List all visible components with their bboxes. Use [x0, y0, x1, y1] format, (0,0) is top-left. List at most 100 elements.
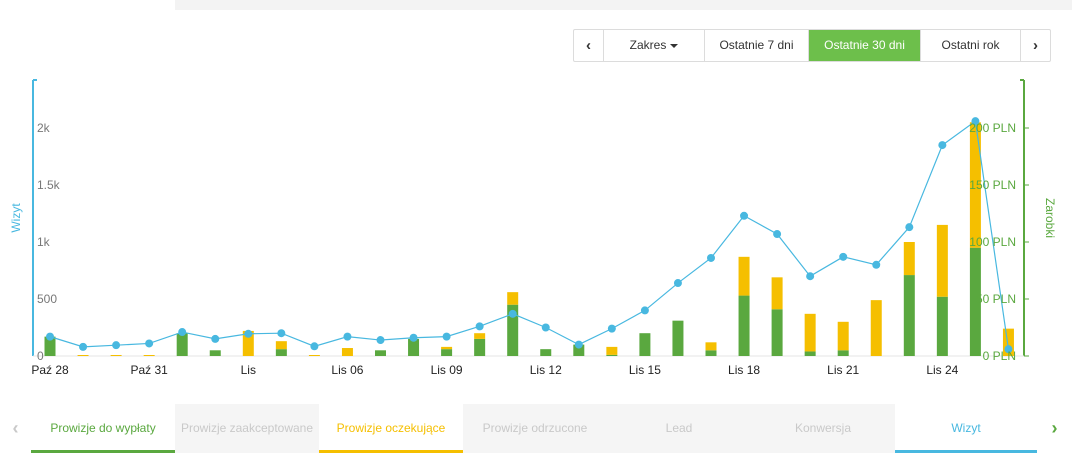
payout-bar: [540, 349, 552, 356]
payout-bar: [639, 333, 651, 356]
visits-point: [475, 322, 484, 331]
payout-bar: [936, 296, 948, 356]
pending-bar: [837, 321, 849, 351]
date-range-selector: ‹ Zakres Ostatnie 7 dni Ostatnie 30 dni …: [573, 29, 1051, 62]
visits-point: [376, 336, 385, 345]
range-7-days-button[interactable]: Ostatnie 7 dni: [705, 30, 809, 61]
pending-bar: [341, 348, 353, 356]
payout-bar: [705, 350, 717, 356]
visits-point: [839, 252, 848, 261]
zakres-dropdown[interactable]: Zakres: [604, 30, 705, 61]
empty-bar: [308, 355, 320, 356]
tab-rejected[interactable]: Prowizje odrzucone: [463, 404, 607, 453]
payout-bar: [275, 349, 287, 356]
visits-point: [872, 260, 881, 269]
x-tick-label: Lis 21: [827, 363, 859, 377]
right-tick-label: 200 PLN: [969, 121, 1016, 135]
visits-point: [79, 342, 88, 351]
caret-down-icon: [670, 43, 679, 48]
visits-point: [640, 306, 649, 315]
visits-point: [541, 323, 550, 332]
payout-bar: [474, 338, 486, 356]
visits-point: [277, 329, 286, 338]
visits-line: [49, 120, 1010, 350]
payout-bar: [375, 350, 386, 356]
empty-bar: [143, 355, 155, 356]
tab-conversion[interactable]: Konwersja: [751, 404, 895, 453]
payout-bar: [176, 333, 188, 356]
pending-bar: [507, 292, 519, 305]
visits-point: [938, 141, 947, 150]
visits-point: [178, 328, 187, 337]
payout-bar: [606, 354, 618, 356]
payout-bar: [903, 275, 915, 356]
x-tick-label: Lis 18: [728, 363, 760, 377]
left-tick-label: 2k: [37, 121, 51, 135]
right-axis-title: Zarobki: [1043, 198, 1057, 238]
payout-bar: [441, 349, 453, 356]
visits-point: [145, 339, 154, 348]
empty-bar: [77, 355, 89, 356]
pending-bar: [771, 277, 783, 310]
payout-bar: [804, 351, 816, 356]
visits-point: [310, 342, 319, 351]
visits-point: [740, 211, 749, 220]
top-bar: [175, 0, 1072, 10]
visits-point: [112, 341, 121, 350]
visits-point: [211, 334, 220, 343]
left-tick-label: 0: [37, 349, 44, 363]
next-period-button[interactable]: ›: [1021, 30, 1050, 61]
prev-period-button[interactable]: ‹: [574, 30, 604, 61]
pending-bar: [936, 224, 948, 297]
visits-point: [409, 333, 418, 342]
x-tick-label: Paź 31: [130, 363, 168, 377]
payout-bar: [209, 350, 221, 356]
tab-visits[interactable]: Wizyt: [895, 404, 1037, 453]
pending-bar: [275, 341, 287, 350]
left-tick-label: 500: [37, 292, 57, 306]
tab-payout[interactable]: Prowizje do wypłaty: [31, 404, 175, 453]
visits-point: [905, 223, 914, 232]
range-year-button[interactable]: Ostatni rok: [921, 30, 1021, 61]
pending-bar: [474, 333, 486, 339]
x-tick-label: Paź 28: [31, 363, 69, 377]
x-tick-label: Lis 06: [331, 363, 363, 377]
right-tick-label: 100 PLN: [969, 235, 1016, 249]
visits-point: [773, 230, 782, 239]
left-tick-label: 1k: [37, 235, 51, 249]
right-tick-label: 50 PLN: [976, 292, 1016, 306]
empty-bar: [110, 355, 122, 356]
range-30-days-button[interactable]: Ostatnie 30 dni: [809, 30, 921, 61]
visits-point: [244, 329, 253, 338]
visits-point: [508, 309, 517, 318]
pending-bar: [705, 342, 717, 351]
payout-bar: [738, 295, 750, 356]
pending-bar: [870, 300, 882, 356]
x-tick-label: Lis 24: [926, 363, 958, 377]
pending-bar: [738, 256, 750, 296]
earnings-visits-chart: 0 500 1k 1.5k 2k 0 PLN 50 PLN 100 PLN 150 PLN 200…: [9, 79, 1057, 377]
visits-point: [607, 324, 616, 333]
visits-point: [46, 332, 54, 341]
tab-accepted[interactable]: Prowizje zaakceptowane: [175, 404, 319, 453]
payout-bar: [771, 309, 783, 356]
tabs-left-arrow[interactable]: ‹: [0, 404, 31, 453]
visits-point: [707, 253, 715, 262]
pending-bar: [606, 346, 618, 355]
pending-bar: [804, 313, 816, 352]
x-tick-label: Lis 12: [530, 363, 562, 377]
left-axis-title: Wizyt: [9, 203, 23, 233]
pending-bar: [903, 242, 915, 276]
visits-point: [343, 332, 352, 341]
x-tick-label: Lis: [241, 363, 256, 377]
visits-point: [673, 279, 682, 288]
right-tick-label: 150 PLN: [969, 178, 1016, 192]
tab-pending[interactable]: Prowizje oczekujące: [319, 404, 463, 453]
visits-point: [442, 332, 451, 341]
left-tick-label: 1.5k: [37, 178, 61, 192]
tab-lead[interactable]: Lead: [607, 404, 751, 453]
payout-bar: [672, 320, 684, 356]
tabs-right-arrow[interactable]: ›: [1037, 404, 1072, 453]
visits-point: [806, 272, 815, 281]
right-tick-label: 0 PLN: [983, 349, 1016, 363]
